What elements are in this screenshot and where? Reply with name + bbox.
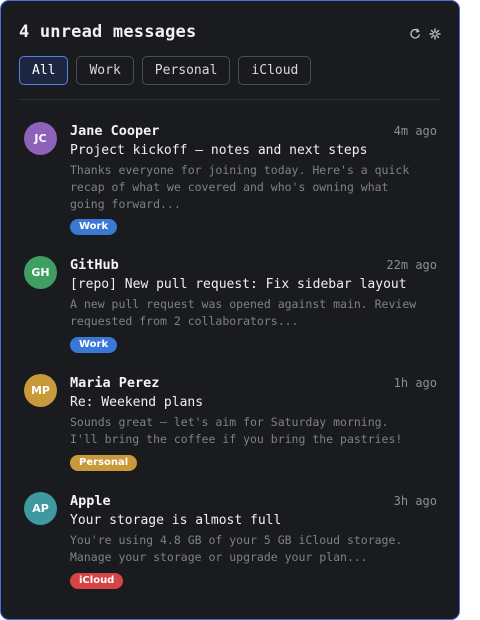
label-badge: Personal xyxy=(70,455,138,471)
message-subject: Your storage is almost full xyxy=(70,513,282,528)
message-time: 4m ago xyxy=(393,124,437,138)
label-badge: Work xyxy=(70,219,118,235)
avatar: GH xyxy=(24,256,57,289)
message-preview: Thanks everyone for joining today. Here'… xyxy=(70,163,410,211)
inbox-panel: 4 unread messages All Work Personal iClo… xyxy=(0,0,460,620)
message-subject: Project kickoff — notes and next steps xyxy=(70,143,368,158)
filter-all[interactable]: All xyxy=(19,56,69,85)
refresh-icon[interactable] xyxy=(409,25,421,39)
message-time: 1h ago xyxy=(393,376,437,390)
avatar: AP xyxy=(24,492,57,525)
message-time: 22m ago xyxy=(386,258,437,272)
message-time: 3h ago xyxy=(393,494,437,508)
label-badge: Work xyxy=(70,337,118,353)
settings-icon[interactable] xyxy=(429,25,441,40)
message-preview: Sounds great — let's aim for Saturday mo… xyxy=(70,415,403,446)
message-item[interactable]: JC Jane Cooper 4m ago Project kickoff — … xyxy=(1,100,459,235)
message-sender: Maria Perez xyxy=(70,375,160,391)
filter-icloud[interactable]: iCloud xyxy=(238,56,312,85)
message-preview: You're using 4.8 GB of your 5 GB iCloud … xyxy=(70,533,403,564)
filter-work[interactable]: Work xyxy=(76,56,134,85)
avatar: MP xyxy=(24,374,57,407)
message-subject: [repo] New pull request: Fix sidebar lay… xyxy=(70,277,407,292)
avatar: JC xyxy=(24,122,57,155)
filter-personal[interactable]: Personal xyxy=(141,56,231,85)
message-item[interactable]: AP Apple 3h ago Your storage is almost f… xyxy=(1,470,459,589)
message-sender: Apple xyxy=(70,493,111,509)
message-subject: Re: Weekend plans xyxy=(70,395,204,410)
message-item[interactable]: GH GitHub 22m ago [repo] New pull reques… xyxy=(1,234,459,353)
message-preview: A new pull request was opened against ma… xyxy=(70,297,417,328)
header-actions xyxy=(409,25,441,40)
filter-tabs: All Work Personal iCloud xyxy=(19,56,312,85)
label-badge: iCloud xyxy=(70,573,124,589)
message-item[interactable]: MP Maria Perez 1h ago Re: Weekend plans … xyxy=(1,352,459,471)
message-sender: GitHub xyxy=(70,257,119,273)
message-sender: Jane Cooper xyxy=(70,123,160,139)
inbox-header: 4 unread messages xyxy=(19,19,441,45)
page-title: 4 unread messages xyxy=(19,22,197,42)
